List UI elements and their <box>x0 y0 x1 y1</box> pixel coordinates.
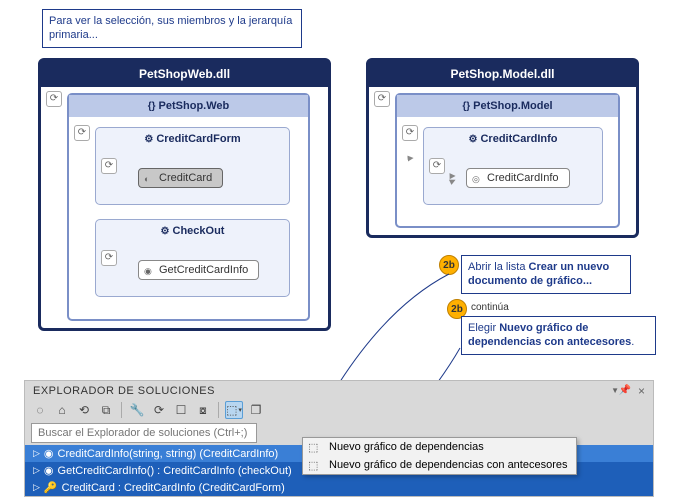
result-row-label: CreditCard : CreditCardInfo (CreditCardF… <box>62 482 285 494</box>
hint-choose-period: . <box>631 336 634 348</box>
badge-2b-1: 2b <box>439 255 459 275</box>
expand-icon[interactable]: ▷ <box>33 465 40 476</box>
home-button[interactable]: ⌂ <box>53 401 71 419</box>
hint-continua: continúa <box>471 302 509 313</box>
expand-icon[interactable]: ▷ <box>33 448 40 459</box>
pin-icon[interactable]: 📌 <box>619 385 631 396</box>
toolbar-separator <box>121 402 122 418</box>
refresh-button[interactable]: ⟳ <box>150 401 168 419</box>
member-getcreditcardinfo-label: GetCreditCardInfo <box>159 264 248 276</box>
property-icon: 🔑 <box>44 481 58 494</box>
namespace-web-title: {}PetShop.Web <box>69 95 308 117</box>
member-creditcardinfo[interactable]: ◎CreditCardInfo <box>466 168 570 188</box>
chevron-icon[interactable]: ⟳ <box>101 158 117 174</box>
assembly-model: PetShop.Model.dll ⟳ {}PetShop.Model ⟳ ⚙C… <box>366 58 639 238</box>
menu-item-new-graph-ancestors[interactable]: ⬚ Nuevo gráfico de dependencias con antec… <box>303 456 576 474</box>
assembly-web: PetShopWeb.dll ⟳ {}PetShop.Web ⟳ ⚙Credit… <box>38 58 331 331</box>
method-icon: ◉ <box>44 464 54 477</box>
assembly-web-title: PetShopWeb.dll <box>41 61 328 87</box>
class-creditcardinfo: ⚙CreditCardInfo ⟳ ◎CreditCardInfo <box>423 127 603 205</box>
class-creditcardform: ⚙CreditCardForm ⟳ ◐CreditCard <box>95 127 290 205</box>
assembly-model-title: PetShop.Model.dll <box>369 61 636 87</box>
properties-button[interactable]: 🔧 <box>128 401 146 419</box>
graph-icon: ⬚ <box>308 441 318 454</box>
chevron-icon[interactable]: ⟳ <box>402 125 418 141</box>
result-row[interactable]: ▷ 🔑 CreditCard : CreditCardInfo (CreditCar… <box>25 479 653 496</box>
hint-open-pre: Abrir la lista <box>468 261 529 273</box>
class-checkout-title: ⚙CheckOut <box>96 220 289 242</box>
toolbar-separator <box>218 402 219 418</box>
create-graph-button[interactable]: ⬚▾ <box>225 401 243 419</box>
class-checkout: ⚙CheckOut ⟳ ◉GetCreditCardInfo <box>95 219 290 297</box>
namespace-model-title: {}PetShop.Model <box>397 95 618 117</box>
chevron-icon[interactable]: ⟳ <box>101 250 117 266</box>
class-creditcardinfo-title: ⚙CreditCardInfo <box>424 128 602 150</box>
preview-button[interactable]: ⧇ <box>194 401 212 419</box>
class-creditcardform-title: ⚙CreditCardForm <box>96 128 289 150</box>
chevron-icon[interactable]: ⟳ <box>429 158 445 174</box>
chevron-icon[interactable]: ⟳ <box>374 91 390 107</box>
showall-button[interactable]: ☐ <box>172 401 190 419</box>
member-creditcard[interactable]: ◐CreditCard <box>138 168 223 188</box>
namespace-model: {}PetShop.Model ⟳ ⚙CreditCardInfo ⟳ ◎Cre… <box>395 93 620 228</box>
sync-button[interactable]: ⟲ <box>75 401 93 419</box>
namespace-web: {}PetShop.Web ⟳ ⚙CreditCardForm ⟳ ◐Credi… <box>67 93 310 321</box>
back-button[interactable]: ◌ <box>31 401 49 419</box>
menu-item-label: Nuevo gráfico de dependencias con antece… <box>329 459 568 471</box>
hint-open-list: Abrir la lista Crear un nuevo documento … <box>461 255 631 294</box>
result-row-label: GetCreditCardInfo() : CreditCardInfo (ch… <box>58 465 292 477</box>
new-window-button[interactable]: ❐ <box>247 401 265 419</box>
create-graph-menu: ⬚ Nuevo gráfico de dependencias ⬚ Nuevo gr… <box>302 437 577 475</box>
member-creditcardinfo-label: CreditCardInfo <box>487 172 559 184</box>
collapse-button[interactable]: ⧉ <box>97 401 115 419</box>
member-creditcard-label: CreditCard <box>159 172 212 184</box>
method-icon: ◉ <box>44 447 54 460</box>
class-creditcardform-label: CreditCardForm <box>156 133 240 145</box>
solution-explorer-title: EXPLORADOR DE SOLUCIONES <box>25 381 653 399</box>
toolbar: ◌ ⌂ ⟲ ⧉ 🔧 ⟳ ☐ ⧇ ⬚▾ ❐ <box>25 399 653 421</box>
search-input[interactable] <box>31 423 257 443</box>
class-checkout-label: CheckOut <box>173 225 225 237</box>
member-getcreditcardinfo[interactable]: ◉GetCreditCardInfo <box>138 260 259 280</box>
class-creditcardinfo-label: CreditCardInfo <box>480 133 557 145</box>
menu-item-label: Nuevo gráfico de dependencias <box>329 441 484 453</box>
namespace-model-label: PetShop.Model <box>473 100 552 112</box>
expand-icon[interactable]: ▷ <box>33 482 40 493</box>
close-icon[interactable]: × <box>638 384 645 398</box>
result-row-label: CreditCardInfo(string, string) (CreditCa… <box>58 448 279 460</box>
hint-choose-pre: Elegir <box>468 322 499 334</box>
namespace-web-label: PetShop.Web <box>159 100 230 112</box>
hint-choose: Elegir Nuevo gráfico de dependencias con… <box>461 316 656 355</box>
menu-item-new-graph[interactable]: ⬚ Nuevo gráfico de dependencias <box>303 438 576 456</box>
hint-top: Para ver la selección, sus miembros y la… <box>42 9 302 48</box>
chevron-icon[interactable]: ⟳ <box>74 125 90 141</box>
chevron-icon[interactable]: ⟳ <box>46 91 62 107</box>
graph-ancestors-icon: ⬚ <box>308 459 318 472</box>
